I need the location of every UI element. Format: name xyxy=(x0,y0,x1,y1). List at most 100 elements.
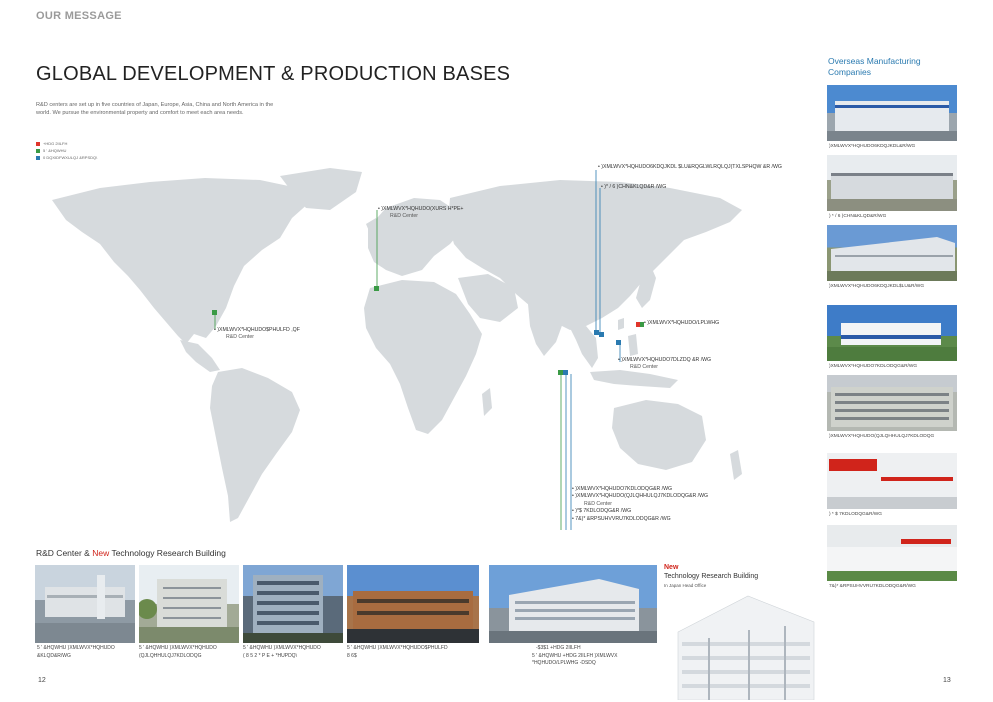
callout-rd: R&D Center xyxy=(226,334,254,341)
callout-japan: • )XMLWVX*HQHUDO/LPLWHG xyxy=(644,320,719,327)
new-building-name: Technology Research Building xyxy=(664,573,759,580)
sidebar-caption-7: 7&)* &RPSUHVVRU7KDLODQG&R/WG xyxy=(829,584,916,589)
callout-company: • )*$ 7KDLODQG&R /WG xyxy=(572,508,632,515)
marker-china xyxy=(594,330,599,335)
sidebar-caption-4: )XMLWVX*HQHUDO7KDLODQG&R/WG xyxy=(829,364,918,369)
sidebar-caption-2: ) * / 6 )CHN&KLQD&R/WG xyxy=(829,214,887,219)
marker-thai-1 xyxy=(558,370,563,375)
caption-rd-america: 5 ' &HQWHU )XMLWVX*HQHUDO$PHULFD 8 6$ xyxy=(347,645,448,660)
australia xyxy=(612,400,706,470)
photo-rd-america xyxy=(347,565,479,643)
building-graphic xyxy=(827,453,957,509)
sidebar-caption-3: )XMLWVX*HQHUDO6KDQJKDL$LU&R/WG xyxy=(829,284,925,289)
caption-line: ( 8 5 2 * P E + *HUPDQ\ xyxy=(243,652,297,659)
building-graphic xyxy=(489,579,657,643)
south-america xyxy=(210,368,300,522)
sidebar-photo-6 xyxy=(827,453,957,509)
caption-rd-germany: 5 ' &HQWHU )XMLWVX*HQHUDO( 8 5 2 * P E +… xyxy=(243,645,321,660)
intro-line-1: R&D centers are set up in five countries… xyxy=(36,102,274,108)
callout-company: • )XMLWVX*HQHUDO7DLZDQ &R /WG xyxy=(618,357,712,363)
green-swatch xyxy=(36,148,40,153)
sidebar-caption-1: )XMLWVX*HQHUDO6KDQJKDL&R/WG xyxy=(829,144,916,149)
marker-taiwan xyxy=(616,340,621,345)
sidebar-photo-7 xyxy=(827,525,957,581)
new-zealand xyxy=(730,450,742,480)
legend-item-rd-center: 5 ' &HQWHU xyxy=(36,147,97,154)
page-title: GLOBAL DEVELOPMENT & PRODUCTION BASES xyxy=(36,63,511,85)
callout-company: • )XMLWVX*HQHUDO/LPLWHG xyxy=(644,320,720,326)
callout-rd: R&D Center xyxy=(630,364,658,371)
building-graphic xyxy=(827,101,957,141)
sidebar-caption-6: ) * $ 7KDLODQG&R/WG xyxy=(829,512,883,517)
caption-line: 5 ' &HQWHU )XMLWVX*HQHUDO$PHULFD xyxy=(347,645,448,651)
sidebar-photo-3 xyxy=(827,225,957,281)
building-graphic xyxy=(243,575,343,643)
caption-line: (QJLQHHULQJ7KDLODQG xyxy=(139,652,202,659)
legend-label: +HDG 2IILFH xyxy=(43,141,68,146)
callout-europe: • )XMLWVX*HQHUDO(XURS H*PE+ R&D Center xyxy=(378,206,463,221)
building-graphic xyxy=(827,173,957,211)
rd-title-new: New xyxy=(92,548,110,558)
callout-company: • )XMLWVX*HQHUDO$PHULFD ,QF xyxy=(214,327,300,333)
callout-us: • )XMLWVX*HQHUDO$PHULFD ,QF R&D Center xyxy=(214,327,300,342)
continents xyxy=(52,168,742,522)
callout-company: • )* / 6 )CHN&KLQD&R /WG xyxy=(601,184,667,190)
africa xyxy=(364,280,482,434)
marker-europe xyxy=(374,286,379,291)
legend-label: 5 ' &HQWHU xyxy=(43,148,67,153)
caption-line: *HQHUDO/LPLWHG -DSDQ xyxy=(532,660,596,666)
caption-line: -$3$1 +HDG 2IILFH xyxy=(536,645,581,651)
page-number-right: 13 xyxy=(943,677,951,684)
building-graphic xyxy=(827,237,957,281)
intro-text: R&D centers are set up in five countries… xyxy=(36,101,316,117)
photo-rd-germany xyxy=(243,565,343,643)
callout-company: • )XMLWVX*HQHUDO(XURS H*PE+ xyxy=(378,206,464,212)
indonesia xyxy=(590,370,678,388)
madagascar xyxy=(482,388,492,416)
sidebar-photo-1 xyxy=(827,85,957,141)
rd-title-prefix: R&D Center & xyxy=(36,548,93,558)
photo-rd-china xyxy=(35,565,135,643)
caption-rd-china: 5 ' &HQWHU )XMLWVX*HQHUDO &KLQD&R/WG xyxy=(37,645,115,660)
marker-thai-2 xyxy=(563,370,568,375)
philippines xyxy=(628,334,638,356)
central-america xyxy=(180,340,220,372)
callout-china-1: • )XMLWVX*HQHUDO6KDQJKDL $LU&RQGLWLRQLQJ… xyxy=(598,164,782,171)
sidebar-caption-5: )XMLWVX*HQHUDO(QJLQHHULQJ7KDLODQG xyxy=(829,434,935,439)
building-graphic xyxy=(827,323,957,361)
callout-company: • )XMLWVX*HQHUDO(QJLQHHULQJ7KDLODQG&R /W… xyxy=(572,493,709,500)
new-building-illustration xyxy=(677,595,815,700)
caption-rd-japan: -$3$1 +HDG 2IILFH 5 ' &HQWHU +HDG 2IILFH … xyxy=(532,645,617,668)
new-tag: New xyxy=(664,564,679,571)
callout-rd: R&D Center xyxy=(390,213,418,220)
new-building-location: In Japan Head Office xyxy=(664,583,707,588)
caption-line: 5 ' &HQWHU )XMLWVX*HQHUDO xyxy=(243,645,321,651)
sidebar-title-line: Companies xyxy=(828,67,871,77)
sidebar-photo-2 xyxy=(827,155,957,211)
callout-company: • )XMLWVX*HQHUDO7KDLODQG&R /WG xyxy=(572,486,673,492)
sidebar-photo-5 xyxy=(827,375,957,431)
caption-line: 5 ' &HQWHU +HDG 2IILFH )XMLWVX xyxy=(532,652,618,659)
building-graphic xyxy=(35,575,135,643)
building-graphic xyxy=(827,525,957,581)
section-label: OUR MESSAGE xyxy=(36,10,122,22)
legend-item-head-office: +HDG 2IILFH xyxy=(36,140,97,147)
sidebar-title-line: Overseas Manufacturing xyxy=(828,56,921,66)
building-graphic xyxy=(347,591,479,643)
caption-line: 8 6$ xyxy=(347,652,357,659)
caption-line: 5 ' &HQWHU )XMLWVX*HQHUDO xyxy=(139,645,217,651)
callout-taiwan: • )XMLWVX*HQHUDO7DLZDQ &R /WG R&D Center xyxy=(618,357,711,372)
callout-china-2: • )* / 6 )CHN&KLQD&R /WG xyxy=(601,184,666,191)
page-number-left: 12 xyxy=(38,677,46,684)
caption-rd-thailand: 5 ' &HQWHU )XMLWVX*HQHUDO (QJLQHHULQJ7KDL… xyxy=(139,645,217,660)
red-swatch xyxy=(36,141,40,146)
rd-section-title: R&D Center & New Technology Research Bui… xyxy=(36,548,226,558)
callout-company: • 7&)* &RPSUHVVRU7KDLODQG&R /WG xyxy=(572,515,671,522)
caption-line: &KLQD&R/WG xyxy=(37,652,71,659)
marker-china-2 xyxy=(599,332,604,337)
photo-rd-japan xyxy=(489,565,657,643)
sidebar-title: Overseas Manufacturing Companies xyxy=(828,56,948,78)
north-america xyxy=(52,178,310,344)
caption-line: 5 ' &HQWHU )XMLWVX*HQHUDO xyxy=(37,645,115,651)
rd-title-suffix: Technology Research Building xyxy=(109,548,226,558)
